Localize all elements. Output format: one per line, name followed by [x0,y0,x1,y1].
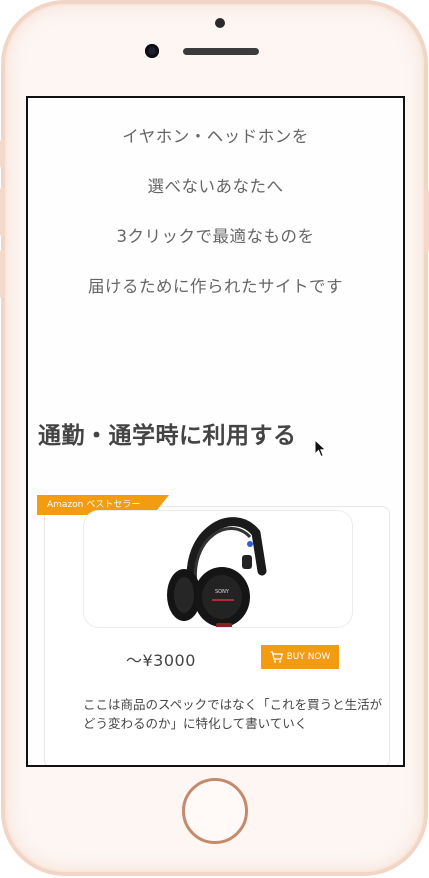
front-camera [145,44,159,58]
intro-line-2: 選べないあなたへ [147,177,284,196]
buy-now-label: BUY NOW [286,652,331,662]
product-price: 〜¥3000 [126,651,196,670]
mute-switch [0,140,5,168]
intro-line-1: イヤホン・ヘッドホンを [122,127,309,146]
cart-icon [270,651,283,663]
mouse-cursor-icon [314,439,327,458]
headphones-image: SONY [167,517,267,627]
intro-text: イヤホン・ヘッドホンを 選べないあなたへ 3クリックで最適なものを 届けるために… [28,124,403,324]
product-description: ここは商品のスペックではなく「これを買うと生活がどう変わるのか」に特化して書いて… [83,697,383,731]
brand-logo: SONY [215,589,230,595]
earpiece-speaker [183,48,259,55]
proximity-sensor [215,18,225,28]
product-image[interactable]: SONY [83,510,353,628]
power-button [424,190,429,252]
intro-line-3: 3クリックで最適なものを [116,227,315,246]
volume-down-button [0,250,5,298]
volume-up-button [0,188,5,236]
section-title: 通勤・通学時に利用する [38,423,297,449]
screen: イヤホン・ヘッドホンを 選べないあなたへ 3クリックで最適なものを 届けるために… [26,96,405,767]
intro-line-4: 届けるために作られたサイトです [88,277,343,296]
home-button[interactable] [182,778,248,844]
buy-now-button[interactable]: BUY NOW [261,645,339,669]
